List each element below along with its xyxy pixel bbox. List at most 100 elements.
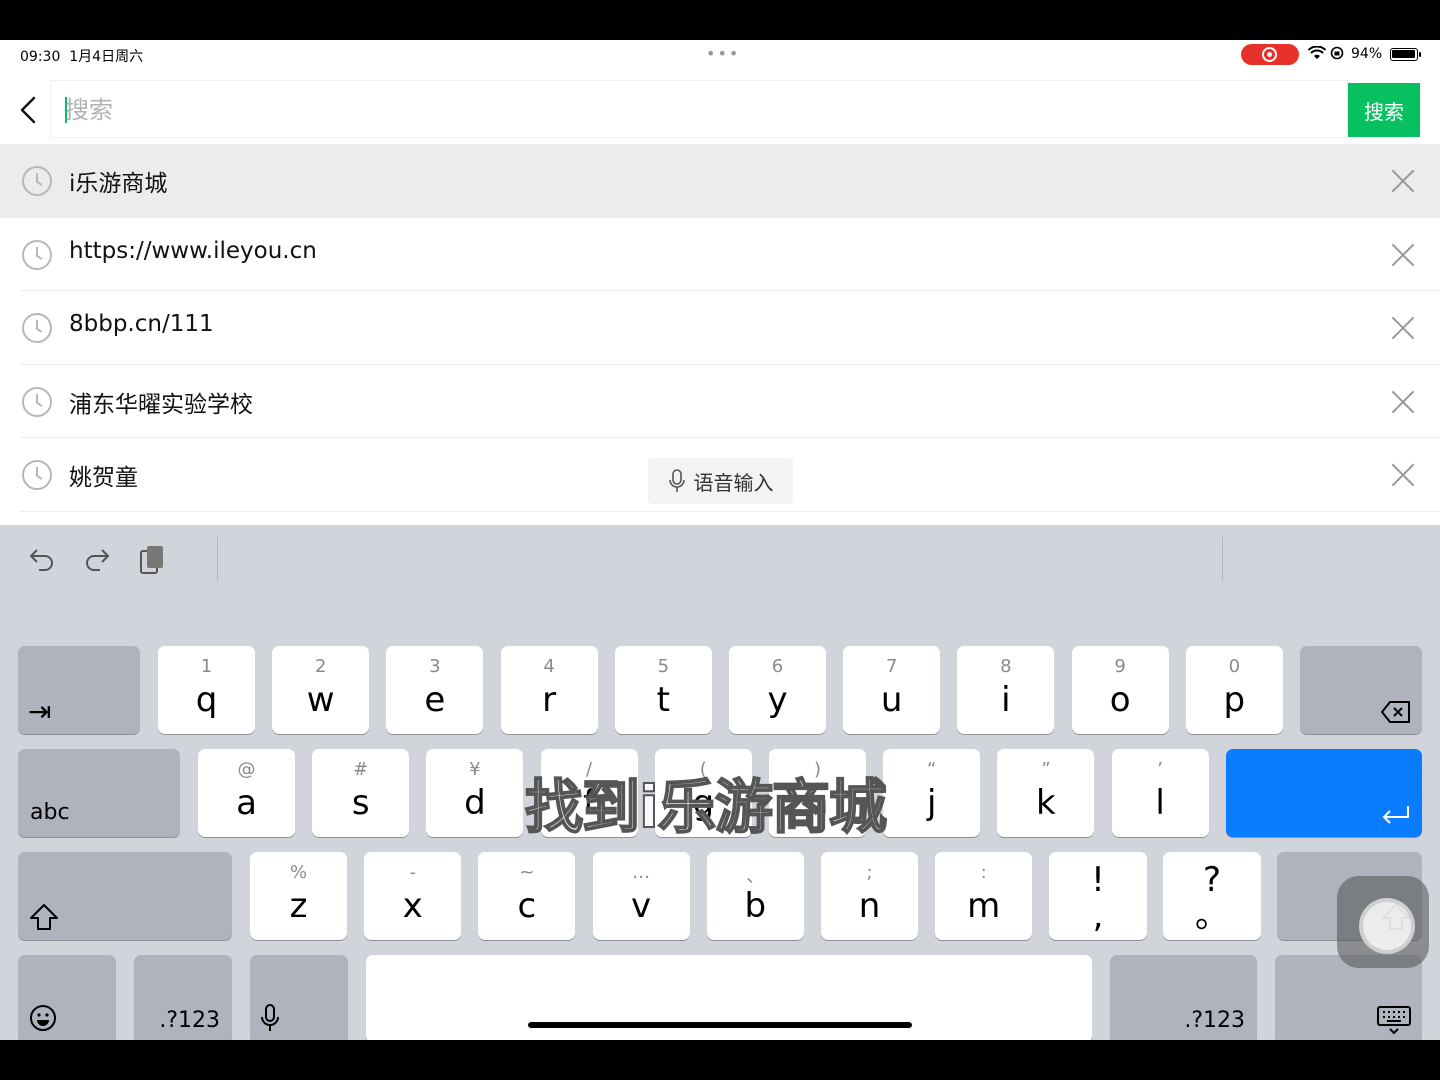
- key-exclaim-comma[interactable]: !,: [1049, 852, 1147, 940]
- emoji-key[interactable]: [18, 955, 116, 1040]
- close-icon[interactable]: [1388, 166, 1418, 196]
- key-hint: 、: [746, 866, 765, 887]
- key-u[interactable]: 7u: [843, 646, 941, 734]
- close-icon[interactable]: [1388, 240, 1418, 270]
- emoji-icon: [30, 1005, 56, 1031]
- key-hint: 2: [314, 656, 327, 677]
- key-hint: 7: [885, 656, 898, 677]
- key-hint: 8: [1000, 656, 1012, 677]
- dictation-key[interactable]: [250, 955, 348, 1040]
- clock-icon: [22, 313, 52, 344]
- toolbar-divider: [217, 537, 218, 581]
- toolbar-divider: [1222, 537, 1223, 581]
- key-k[interactable]: ” k: [997, 749, 1095, 837]
- key-label: i: [1001, 680, 1011, 720]
- assistive-touch-button[interactable]: [1337, 876, 1429, 968]
- key-question-period[interactable]: ?。: [1163, 852, 1261, 940]
- abc-key[interactable]: abc: [18, 749, 180, 837]
- clipboard-icon[interactable]: [134, 543, 170, 579]
- clock-icon: [22, 166, 52, 196]
- shift-key-left[interactable]: [18, 852, 232, 940]
- keyboard-dismiss-icon: [1377, 1006, 1411, 1035]
- search-button[interactable]: 搜索: [1348, 83, 1420, 137]
- history-item[interactable]: https://www.ileyou.cn: [0, 218, 1440, 292]
- key-label: x: [402, 886, 423, 926]
- key-label: w: [306, 680, 335, 720]
- key-hint: 1: [200, 656, 213, 677]
- key-e[interactable]: 3e: [386, 646, 484, 734]
- key-w[interactable]: 2w: [272, 646, 370, 734]
- numbers-key-label: .?123: [159, 1008, 220, 1033]
- key-m[interactable]: :m: [935, 852, 1033, 940]
- battery-icon: [1390, 48, 1421, 61]
- key-hint: %: [289, 862, 308, 883]
- record-icon: [1262, 47, 1277, 62]
- key-label: m: [967, 886, 1001, 926]
- key-j[interactable]: “j: [883, 749, 981, 837]
- history-item-label: 8bbp.cn/111: [69, 311, 214, 338]
- numbers-key-right[interactable]: .?123: [1110, 955, 1257, 1040]
- key-p[interactable]: 0p: [1185, 646, 1283, 734]
- text-cursor: [65, 97, 67, 123]
- history-item[interactable]: 8bbp.cn/111: [0, 291, 1440, 365]
- key-i[interactable]: 8i: [957, 646, 1055, 734]
- microphone-icon: [261, 1004, 279, 1031]
- search-input[interactable]: [65, 89, 1335, 131]
- wifi-icon: [1307, 45, 1327, 64]
- abc-key-label: abc: [30, 800, 70, 825]
- battery-level: [1392, 50, 1415, 58]
- key-l[interactable]: ’ l: [1111, 749, 1209, 837]
- search-field[interactable]: [50, 80, 1348, 138]
- search-history-list: i乐游商城 https://www.ileyou.cn 8bbp.cn/111 …: [0, 144, 1440, 512]
- key-o[interactable]: 9o: [1071, 646, 1169, 734]
- key-label: p: [1223, 680, 1246, 720]
- key-hint: 6: [771, 656, 784, 677]
- voice-input-label: 语音输入: [693, 470, 774, 495]
- key-q[interactable]: 1q: [158, 646, 255, 734]
- history-item[interactable]: 浦东华曜实验学校: [0, 365, 1440, 439]
- key-y[interactable]: 6y: [729, 646, 826, 734]
- history-item[interactable]: i乐游商城: [0, 144, 1440, 218]
- multitasking-dots[interactable]: •••: [706, 44, 740, 63]
- voice-input-button[interactable]: 语音输入: [648, 458, 793, 504]
- key-label: l: [1155, 783, 1165, 823]
- return-key[interactable]: [1226, 749, 1422, 837]
- back-button[interactable]: [14, 90, 44, 130]
- key-label: e: [424, 680, 446, 720]
- tab-icon: ⇥: [28, 695, 52, 728]
- history-item-label: https://www.ileyou.cn: [69, 237, 317, 264]
- status-bar: 09:30 1月4日周六 ••• 94%: [0, 40, 1440, 70]
- undo-icon[interactable]: [24, 543, 60, 579]
- close-icon[interactable]: [1388, 460, 1418, 490]
- key-z[interactable]: % z: [250, 852, 347, 940]
- key-hint: ;: [866, 862, 873, 883]
- key-hint: ”: [1041, 759, 1051, 780]
- tab-key[interactable]: ⇥: [18, 646, 140, 734]
- backspace-key[interactable]: [1300, 646, 1422, 734]
- key-hint: 3: [429, 656, 441, 677]
- key-v[interactable]: … v: [592, 852, 690, 940]
- key-d[interactable]: ¥ d: [426, 749, 524, 837]
- key-label: !,: [1091, 860, 1105, 936]
- key-label: u: [880, 680, 903, 720]
- key-x[interactable]: -x: [364, 852, 462, 940]
- key-label: j: [926, 783, 937, 823]
- close-icon[interactable]: [1388, 387, 1418, 417]
- key-c[interactable]: ~ c: [478, 852, 576, 940]
- key-a[interactable]: @ a: [198, 749, 295, 837]
- key-b[interactable]: 、 b: [706, 852, 804, 940]
- history-item-label: 姚贺童: [69, 465, 138, 492]
- screen-recording-indicator[interactable]: [1241, 44, 1299, 65]
- video-caption-overlay: 找到i乐游商城: [524, 772, 888, 842]
- key-n[interactable]: ; n: [821, 852, 918, 940]
- redo-icon[interactable]: [79, 543, 115, 579]
- key-t[interactable]: 5t: [614, 646, 712, 734]
- numbers-key-left[interactable]: .?123: [134, 955, 232, 1040]
- close-icon[interactable]: [1388, 313, 1418, 343]
- key-r[interactable]: 4r: [500, 646, 598, 734]
- key-label: c: [517, 886, 537, 926]
- key-label: ?。: [1195, 860, 1229, 936]
- home-indicator[interactable]: [528, 1022, 912, 1028]
- rotation-lock-icon: [1330, 46, 1344, 64]
- key-s[interactable]: # s: [312, 749, 410, 837]
